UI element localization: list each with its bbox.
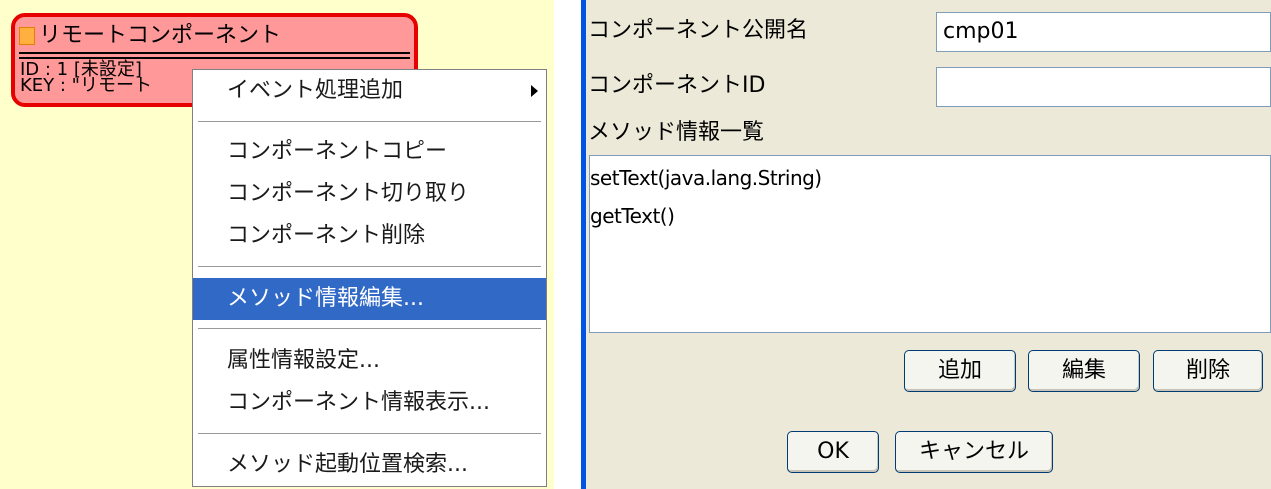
menu-item-label: コンポーネント情報表示... xyxy=(227,390,490,415)
menu-item-label: コンポーネント削除 xyxy=(227,223,426,248)
menu-item-label: 属性情報設定... xyxy=(227,348,380,373)
menu-item-cut-component[interactable]: コンポーネント切り取り xyxy=(193,173,546,215)
menu-item-label: メソッド起動位置検索... xyxy=(227,452,468,477)
edit-button[interactable]: 編集 xyxy=(1028,350,1140,392)
submenu-arrow-icon xyxy=(531,85,538,97)
menu-item-add-event-handling[interactable]: イベント処理追加 xyxy=(193,70,546,112)
menu-item-delete-component[interactable]: コンポーネント削除 xyxy=(193,215,546,257)
list-item[interactable]: getText() xyxy=(590,203,675,229)
method-list-label: メソッド情報一覧 xyxy=(588,120,765,145)
menu-item-label: コンポーネントコピー xyxy=(227,139,448,164)
component-id-label: コンポーネントID xyxy=(588,73,766,98)
method-list[interactable]: setText(java.lang.String) getText() xyxy=(589,155,1271,333)
component-id-field[interactable] xyxy=(936,67,1271,107)
cancel-button[interactable]: キャンセル xyxy=(895,431,1053,473)
delete-button[interactable]: 削除 xyxy=(1153,350,1263,392)
public-name-field[interactable]: cmp01 xyxy=(936,12,1271,52)
menu-item-label: コンポーネント切り取り xyxy=(227,181,470,206)
menu-separator xyxy=(198,121,541,123)
menu-item-show-component-info[interactable]: コンポーネント情報表示... xyxy=(193,382,546,424)
add-button[interactable]: 追加 xyxy=(904,350,1016,392)
menu-separator xyxy=(198,433,541,435)
method-info-dialog: コンポーネント公開名 cmp01 コンポーネントID メソッド情報一覧 setT… xyxy=(586,0,1271,489)
menu-item-edit-method-info[interactable]: メソッド情報編集... xyxy=(193,278,546,320)
menu-separator xyxy=(198,328,541,330)
menu-item-label: イベント処理追加 xyxy=(227,78,404,103)
design-canvas[interactable]: リモートコンポーネント ID : 1 [未設定] KEY : "リモート イベン… xyxy=(0,0,554,489)
menu-item-copy-component[interactable]: コンポーネントコピー xyxy=(193,131,546,173)
menu-separator xyxy=(198,266,541,268)
component-cube-icon xyxy=(19,27,35,45)
list-item[interactable]: setText(java.lang.String) xyxy=(590,165,822,191)
ok-button[interactable]: OK xyxy=(787,431,879,473)
public-name-label: コンポーネント公開名 xyxy=(588,18,809,43)
menu-item-attribute-settings[interactable]: 属性情報設定... xyxy=(193,340,546,382)
image-divider xyxy=(554,0,581,489)
context-menu: イベント処理追加 コンポーネントコピー コンポーネント切り取り コンポーネント削… xyxy=(192,69,547,487)
menu-item-label: メソッド情報編集... xyxy=(227,286,424,311)
component-key-text: KEY : "リモート xyxy=(20,75,152,96)
component-title: リモートコンポーネント xyxy=(39,23,282,48)
component-divider xyxy=(19,52,410,54)
menu-item-find-method-invocation[interactable]: メソッド起動位置検索... xyxy=(193,444,546,486)
